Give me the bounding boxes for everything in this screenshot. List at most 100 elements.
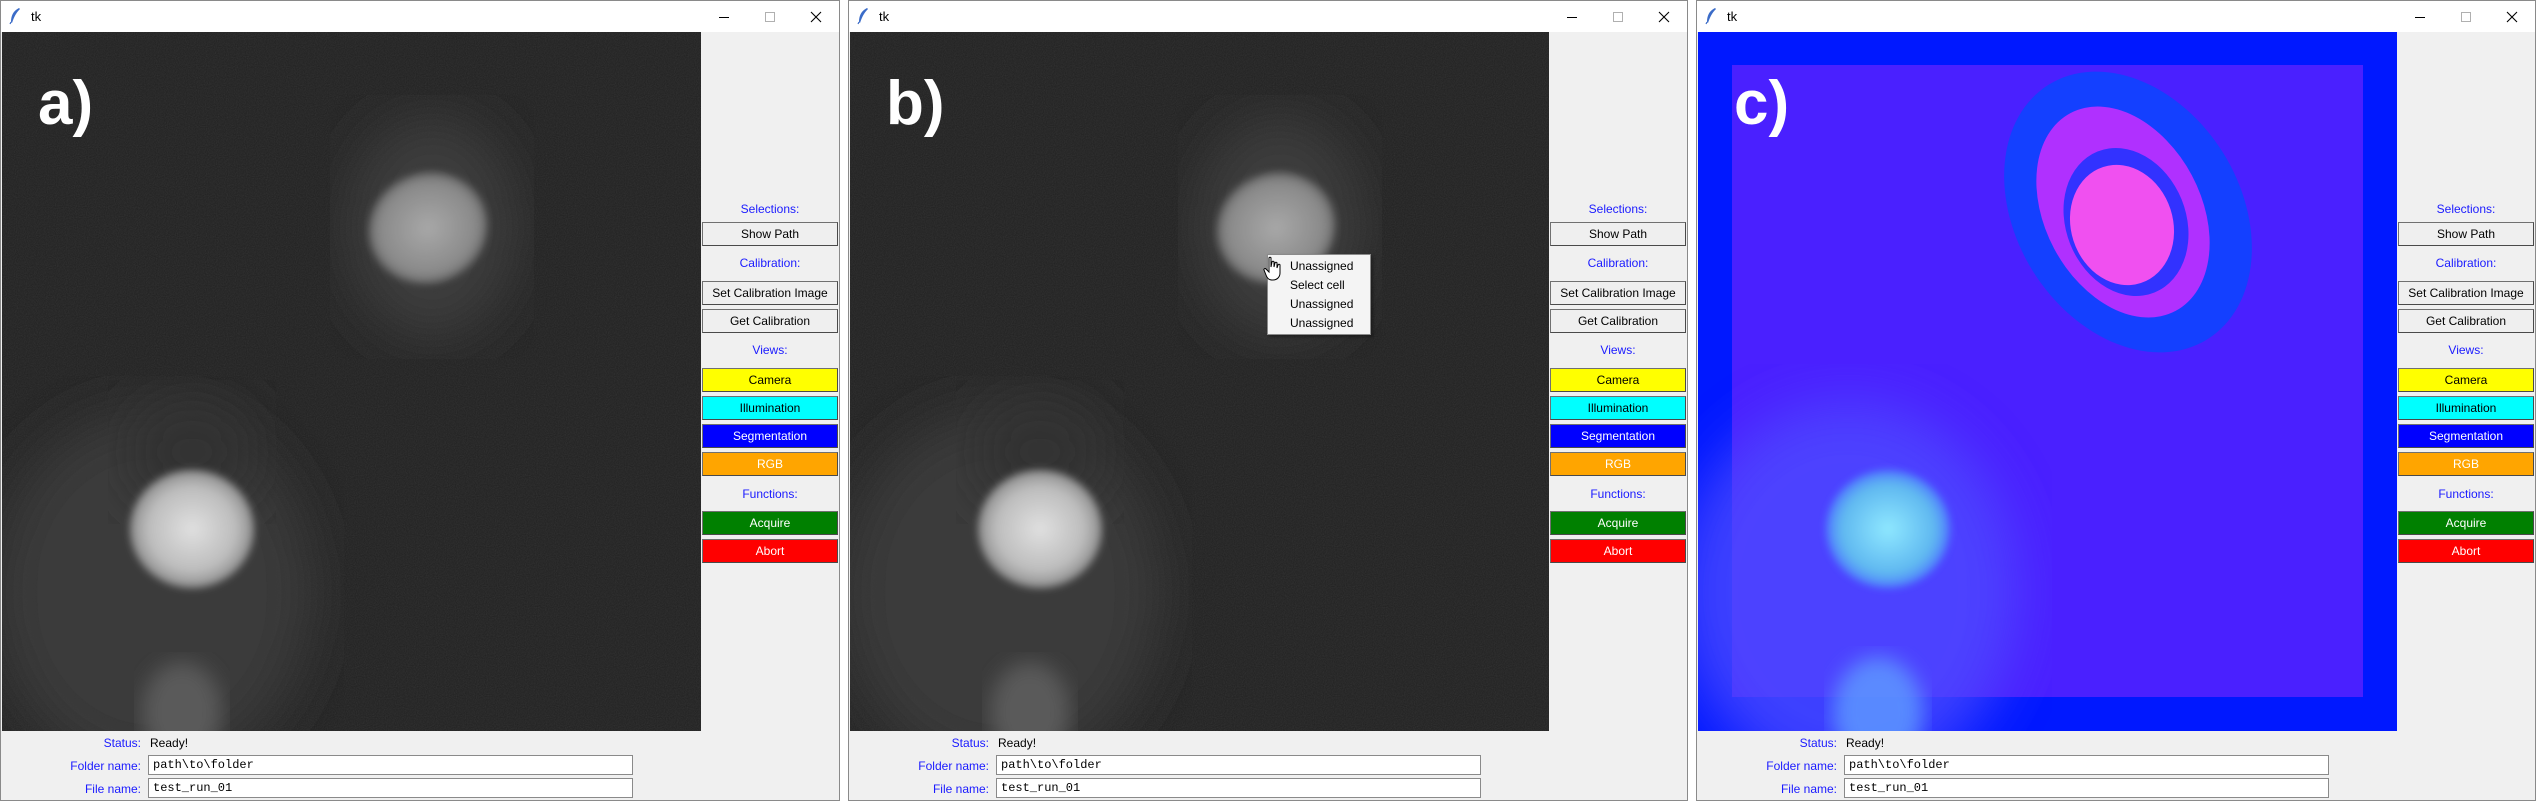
title-bar[interactable]: tk xyxy=(1697,1,2535,32)
get-calibration-button[interactable]: Get Calibration xyxy=(1550,309,1686,333)
camera-image[interactable]: b) Unassigned Select cell Unassigned Una… xyxy=(850,32,1549,731)
functions-label: Functions: xyxy=(742,487,798,501)
functions-label: Functions: xyxy=(2438,487,2494,501)
context-menu-item-select-cell[interactable]: Select cell xyxy=(1290,278,1345,292)
illumination-button[interactable]: Illumination xyxy=(2398,396,2534,420)
segmentation-overlay xyxy=(1698,32,2397,731)
folder-name-label: Folder name: xyxy=(1766,759,1837,773)
file-name-label: File name: xyxy=(932,782,989,796)
status-label: Status: xyxy=(1799,736,1837,750)
views-label: Views: xyxy=(752,343,788,357)
functions-label: Functions: xyxy=(1590,487,1646,501)
tk-feather-icon xyxy=(9,8,20,25)
minimize-button[interactable] xyxy=(2397,1,2443,32)
maximize-button[interactable] xyxy=(747,1,793,32)
segmentation-button[interactable]: Segmentation xyxy=(1550,424,1686,448)
show-path-button[interactable]: Show Path xyxy=(1550,222,1686,246)
microscopy-image xyxy=(2,32,701,731)
abort-button[interactable]: Abort xyxy=(2398,539,2534,563)
title-bar[interactable]: tk xyxy=(849,1,1687,32)
segmentation-image[interactable]: c) xyxy=(1698,32,2397,731)
selections-label: Selections: xyxy=(1588,202,1648,216)
selections-label: Selections: xyxy=(2436,202,2496,216)
acquire-button[interactable]: Acquire xyxy=(2398,511,2534,535)
window-b: tk b) Unassigned Select cell Unassigned … xyxy=(848,0,1688,801)
illumination-button[interactable]: Illumination xyxy=(702,396,838,420)
camera-button[interactable]: Camera xyxy=(1550,368,1686,392)
panel-label: a) xyxy=(38,69,94,138)
panel-label: b) xyxy=(886,69,945,138)
minimize-button[interactable] xyxy=(1549,1,1595,32)
tk-feather-icon xyxy=(1705,8,1716,25)
folder-name-label: Folder name: xyxy=(918,759,989,773)
maximize-icon xyxy=(1613,11,1623,22)
window-a: tk a) Selections: Show Path Calibration:… xyxy=(0,0,840,801)
maximize-icon xyxy=(765,11,775,22)
close-icon xyxy=(2506,11,2518,22)
set-calibration-image-button[interactable]: Set Calibration Image xyxy=(2398,281,2534,305)
views-label: Views: xyxy=(1600,343,1636,357)
acquire-button[interactable]: Acquire xyxy=(1550,511,1686,535)
file-name-input[interactable] xyxy=(1844,778,2329,798)
tk-feather-icon xyxy=(857,8,868,25)
maximize-button[interactable] xyxy=(2443,1,2489,32)
camera-image[interactable]: a) xyxy=(2,32,701,731)
minimize-icon xyxy=(2415,16,2425,18)
abort-button[interactable]: Abort xyxy=(1550,539,1686,563)
status-value: Ready! xyxy=(1846,736,1885,750)
minimize-icon xyxy=(719,16,729,18)
close-icon xyxy=(1658,11,1670,22)
get-calibration-button[interactable]: Get Calibration xyxy=(702,309,838,333)
file-name-label: File name: xyxy=(84,782,141,796)
rgb-button[interactable]: RGB xyxy=(1550,452,1686,476)
file-name-label: File name: xyxy=(1780,782,1837,796)
illumination-button[interactable]: Illumination xyxy=(1550,396,1686,420)
panel-label: c) xyxy=(1734,69,1790,138)
maximize-button[interactable] xyxy=(1595,1,1641,32)
context-menu-item-unassigned-1[interactable]: Unassigned xyxy=(1290,259,1353,273)
close-button[interactable] xyxy=(2489,1,2535,32)
calibration-label: Calibration: xyxy=(2435,256,2497,270)
selections-label: Selections: xyxy=(740,202,800,216)
set-calibration-image-button[interactable]: Set Calibration Image xyxy=(1550,281,1686,305)
acquire-button[interactable]: Acquire xyxy=(702,511,838,535)
file-name-input[interactable] xyxy=(148,778,633,798)
context-menu-item-unassigned-3[interactable]: Unassigned xyxy=(1290,316,1353,330)
file-name-input[interactable] xyxy=(996,778,1481,798)
show-path-button[interactable]: Show Path xyxy=(2398,222,2534,246)
set-calibration-image-button[interactable]: Set Calibration Image xyxy=(702,281,838,305)
folder-name-input[interactable] xyxy=(148,755,633,775)
folder-name-input[interactable] xyxy=(996,755,1481,775)
status-value: Ready! xyxy=(150,736,189,750)
camera-button[interactable]: Camera xyxy=(702,368,838,392)
calibration-label: Calibration: xyxy=(739,256,801,270)
context-menu-item-unassigned-2[interactable]: Unassigned xyxy=(1290,297,1353,311)
maximize-icon xyxy=(2461,11,2471,22)
close-button[interactable] xyxy=(1641,1,1687,32)
status-label: Status: xyxy=(951,736,989,750)
camera-button[interactable]: Camera xyxy=(2398,368,2534,392)
close-button[interactable] xyxy=(793,1,839,32)
close-icon xyxy=(810,11,822,22)
status-value: Ready! xyxy=(998,736,1037,750)
folder-name-label: Folder name: xyxy=(70,759,141,773)
hand-cursor-icon xyxy=(1263,256,1281,281)
window-title: tk xyxy=(1727,9,1738,24)
abort-button[interactable]: Abort xyxy=(702,539,838,563)
rgb-button[interactable]: RGB xyxy=(2398,452,2534,476)
views-label: Views: xyxy=(2448,343,2484,357)
window-title: tk xyxy=(31,9,42,24)
folder-name-input[interactable] xyxy=(1844,755,2329,775)
window-title: tk xyxy=(879,9,890,24)
minimize-button[interactable] xyxy=(701,1,747,32)
rgb-button[interactable]: RGB xyxy=(702,452,838,476)
segmentation-button[interactable]: Segmentation xyxy=(702,424,838,448)
window-c: tk c) Selections: Show Path Calibration:… xyxy=(1696,0,2536,801)
calibration-label: Calibration: xyxy=(1587,256,1649,270)
status-label: Status: xyxy=(103,736,141,750)
segmentation-button[interactable]: Segmentation xyxy=(2398,424,2534,448)
title-bar[interactable]: tk xyxy=(1,1,839,32)
get-calibration-button[interactable]: Get Calibration xyxy=(2398,309,2534,333)
show-path-button[interactable]: Show Path xyxy=(702,222,838,246)
microscopy-image xyxy=(850,32,1549,731)
